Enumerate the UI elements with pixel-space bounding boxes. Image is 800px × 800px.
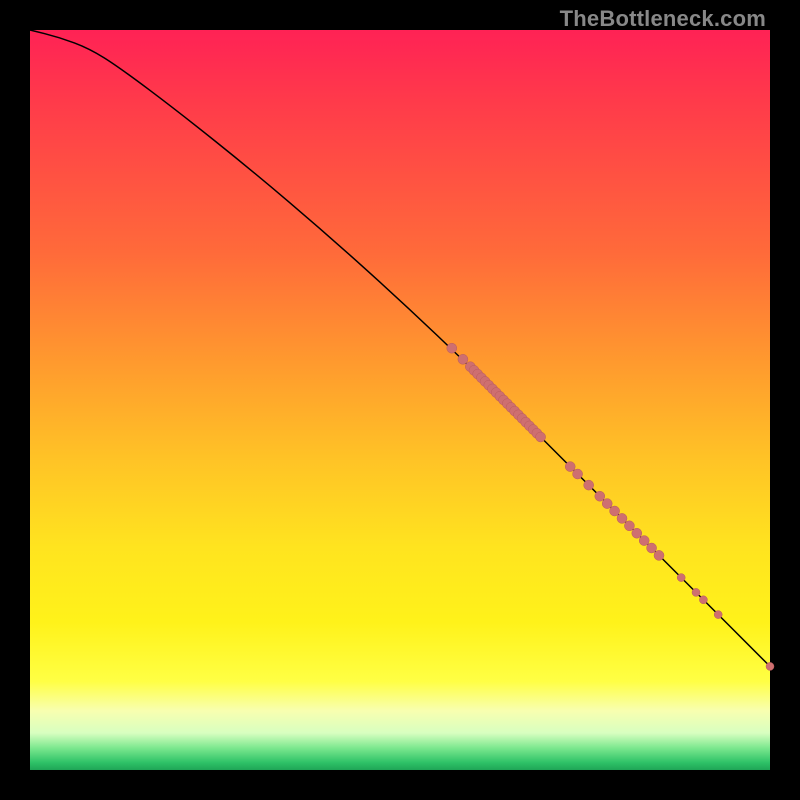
data-point bbox=[714, 611, 722, 619]
data-point bbox=[573, 469, 583, 479]
data-point bbox=[692, 588, 700, 596]
data-point bbox=[610, 506, 620, 516]
data-point bbox=[447, 343, 457, 353]
curve-line bbox=[30, 30, 770, 666]
data-point bbox=[584, 480, 594, 490]
data-point bbox=[639, 536, 649, 546]
chart-svg bbox=[30, 30, 770, 770]
data-point bbox=[766, 662, 774, 670]
watermark-text: TheBottleneck.com bbox=[560, 6, 766, 32]
data-point bbox=[699, 596, 707, 604]
data-point bbox=[677, 574, 685, 582]
data-point bbox=[595, 491, 605, 501]
data-point bbox=[632, 528, 642, 538]
plot-area bbox=[30, 30, 770, 770]
data-point bbox=[617, 513, 627, 523]
data-point bbox=[602, 499, 612, 509]
data-point bbox=[624, 521, 634, 531]
data-point bbox=[654, 550, 664, 560]
chart-stage: TheBottleneck.com bbox=[0, 0, 800, 800]
data-point bbox=[458, 354, 468, 364]
data-point bbox=[536, 432, 546, 442]
data-point bbox=[647, 543, 657, 553]
data-point bbox=[565, 462, 575, 472]
